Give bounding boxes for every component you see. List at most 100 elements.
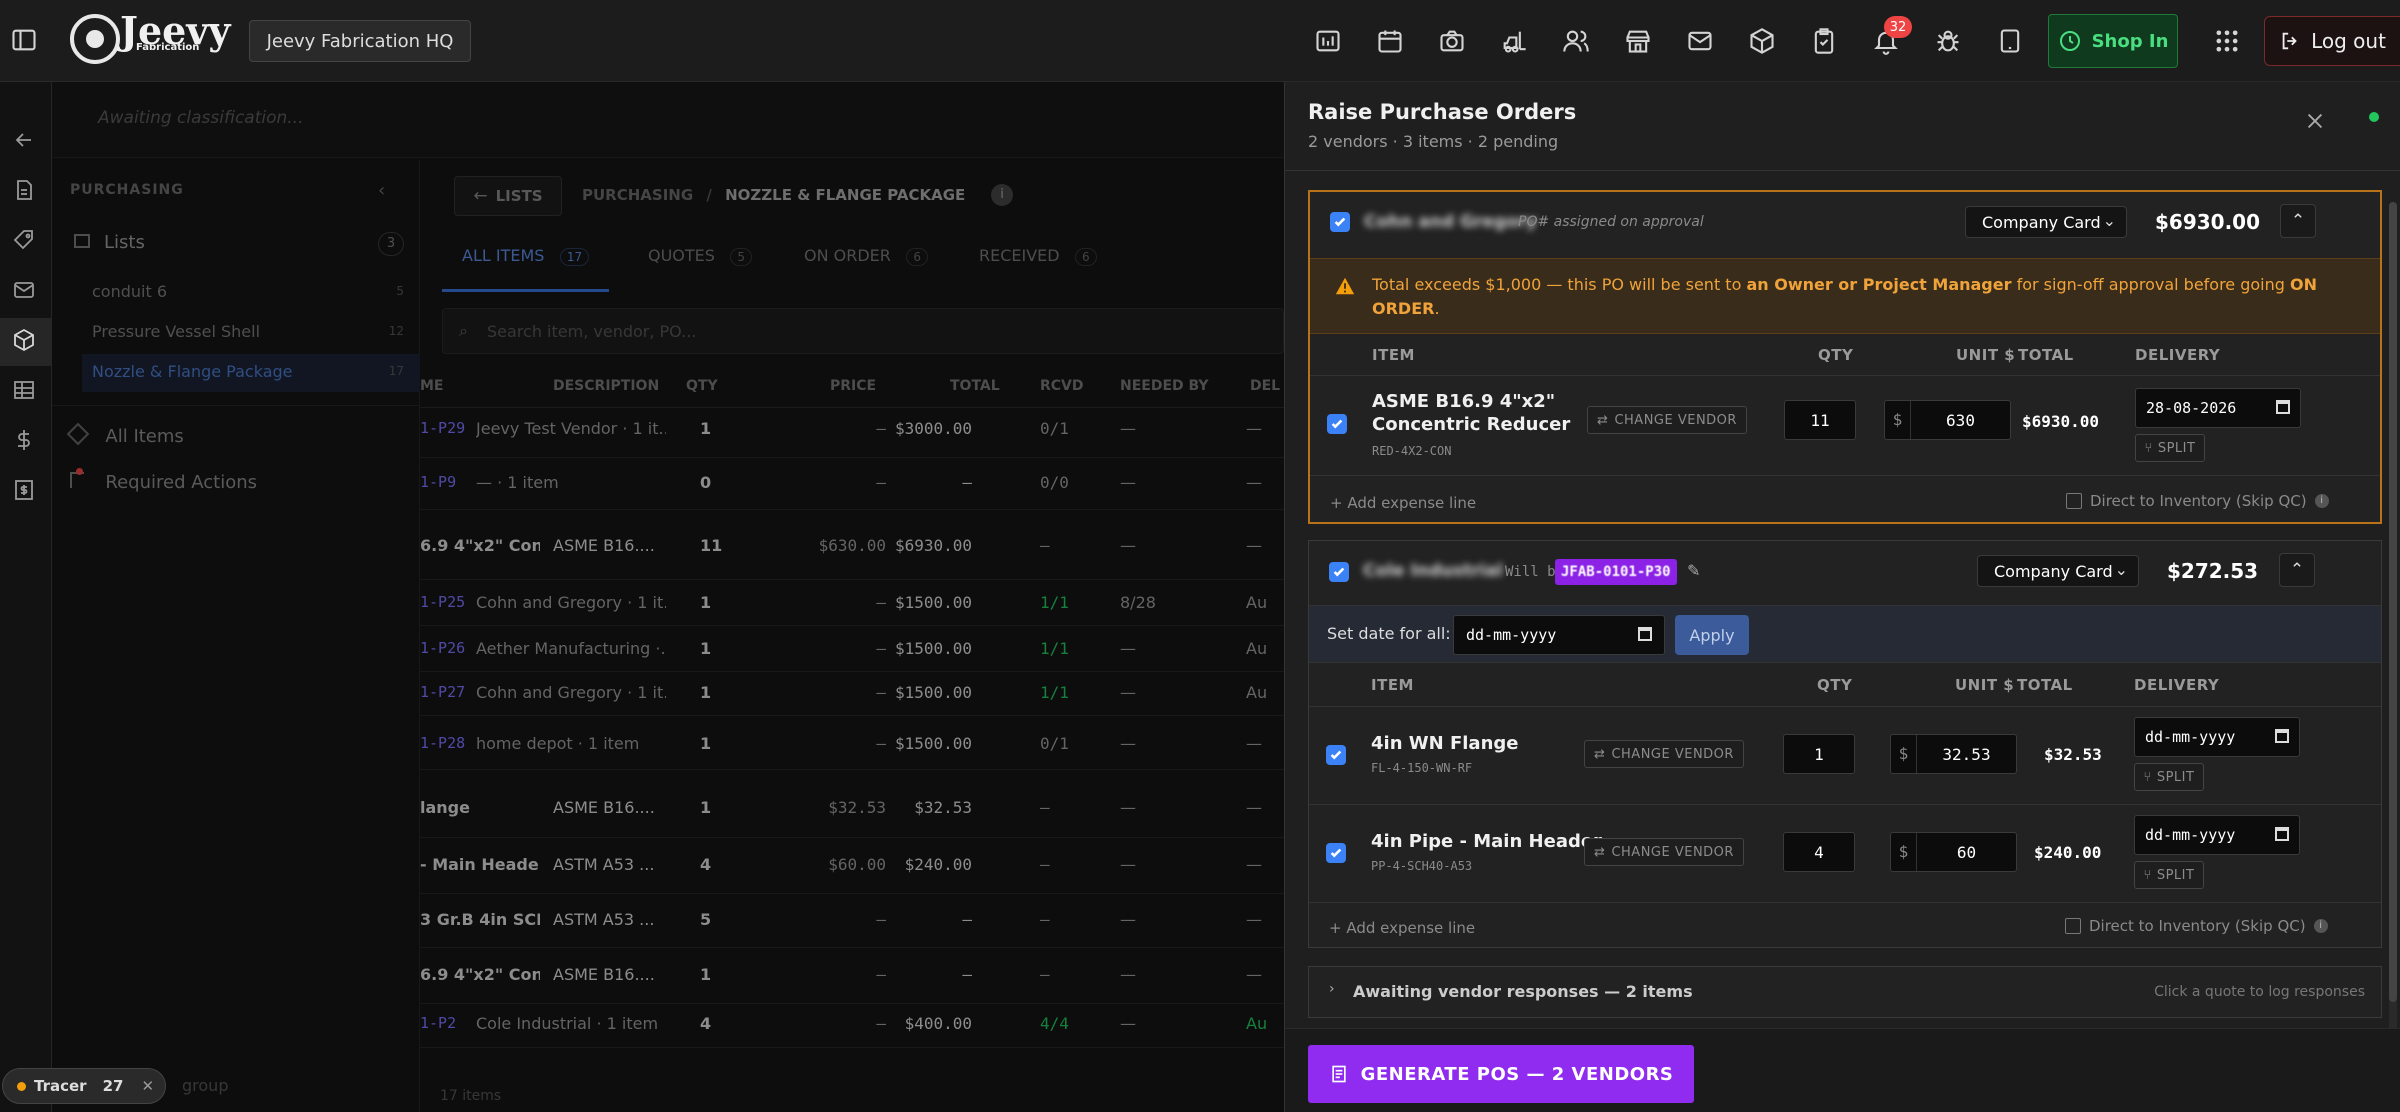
bug-icon[interactable] xyxy=(1933,26,1963,56)
vendor2-total: $272.53 xyxy=(2167,559,2259,583)
split-label: SPLIT xyxy=(2156,867,2195,883)
store-icon[interactable] xyxy=(1623,26,1653,56)
direct-inventory-checkbox[interactable] xyxy=(2065,918,2081,934)
tracer-pill[interactable]: Tracer 27 ✕ xyxy=(2,1068,166,1104)
qty-input[interactable]: 11 xyxy=(1784,400,1856,440)
payment-label: Company Card xyxy=(1982,212,2101,232)
payment-label: Company Card xyxy=(1994,561,2113,581)
clipboard-check-icon[interactable] xyxy=(1809,26,1839,56)
calendar-icon[interactable] xyxy=(1375,26,1405,56)
direct-inventory-checkbox[interactable] xyxy=(2066,493,2082,509)
vendor2-collapse-button[interactable]: ⌃ xyxy=(2279,553,2315,587)
change-vendor-label: CHANGE VENDOR xyxy=(1611,746,1734,762)
item-checkbox[interactable] xyxy=(1327,414,1347,434)
users-icon[interactable] xyxy=(1561,26,1591,56)
delivery-value: dd-mm-yyyy xyxy=(2145,728,2236,746)
tablet-icon[interactable] xyxy=(1995,26,2025,56)
tag-icon[interactable] xyxy=(12,228,40,256)
vendor2-payment-select[interactable]: Company Card ⌄ xyxy=(1977,555,2139,587)
change-vendor-label: CHANGE VENDOR xyxy=(1614,412,1737,428)
dashboard-icon[interactable] xyxy=(1313,26,1343,56)
item-total: $32.53 xyxy=(2044,745,2102,764)
document-icon[interactable] xyxy=(12,178,40,206)
awaiting-responses-toggle[interactable]: › Awaiting vendor responses — 2 items Cl… xyxy=(1308,966,2382,1018)
info-small-icon: i xyxy=(2313,919,2328,933)
back-arrow-icon[interactable] xyxy=(12,128,40,156)
direct-inventory-option[interactable]: Direct to Inventory (Skip QC) i xyxy=(2065,917,2328,935)
direct-inventory-label: Direct to Inventory (Skip QC) xyxy=(2089,917,2306,935)
split-icon: ⑂ xyxy=(2143,867,2152,883)
tracer-close-icon[interactable]: ✕ xyxy=(141,1077,154,1095)
logout-button[interactable]: Log out xyxy=(2264,16,2400,66)
mail-icon[interactable] xyxy=(1685,26,1715,56)
unit-value: 32.53 xyxy=(1942,744,1991,764)
unit-price-input[interactable]: $ 32.53 xyxy=(1890,734,2017,774)
change-vendor-button[interactable]: ⇄ CHANGE VENDOR xyxy=(1584,838,1744,866)
brand-logo-icon[interactable] xyxy=(70,14,120,64)
unit-price-input[interactable]: $ 630 xyxy=(1884,400,2011,440)
package-icon[interactable] xyxy=(1747,26,1777,56)
vendor1-collapse-button[interactable]: ⌃ xyxy=(2280,204,2316,238)
item-name: ASME B16.9 4"x2" Concentric Reducer xyxy=(1372,390,1570,436)
info-small-icon: i xyxy=(2314,494,2329,508)
change-vendor-label: CHANGE VENDOR xyxy=(1611,844,1734,860)
vendor1-payment-select[interactable]: Company Card ⌄ xyxy=(1965,206,2127,238)
receipt-icon[interactable] xyxy=(12,478,40,506)
delivery-date-input[interactable]: dd-mm-yyyy xyxy=(2134,717,2300,757)
sidebar-toggle-icon[interactable] xyxy=(10,26,40,56)
workspace-selector[interactable]: Jeevy Fabrication HQ xyxy=(249,20,471,62)
qty-input[interactable]: 4 xyxy=(1783,832,1855,872)
col-unit: UNIT $ xyxy=(1956,346,2016,364)
direct-inventory-label: Direct to Inventory (Skip QC) xyxy=(2090,492,2307,510)
change-vendor-button[interactable]: ⇄ CHANGE VENDOR xyxy=(1584,740,1744,768)
shop-in-button[interactable]: Shop In xyxy=(2048,14,2178,68)
forklift-icon[interactable] xyxy=(1499,26,1529,56)
generate-pos-button[interactable]: GENERATE POS — 2 VENDORS xyxy=(1308,1045,1694,1103)
item-checkbox[interactable] xyxy=(1326,745,1346,765)
add-expense-line-link[interactable]: + Add expense line xyxy=(1329,919,1475,937)
delivery-date-input[interactable]: dd-mm-yyyy xyxy=(2134,815,2300,855)
calendar-small-icon xyxy=(2275,729,2289,743)
close-icon[interactable] xyxy=(2304,110,2328,134)
delivery-date-input[interactable]: 28-08-2026 xyxy=(2135,388,2301,428)
split-icon: ⑂ xyxy=(2144,440,2153,456)
col-total: TOTAL xyxy=(2018,346,2074,364)
chevron-down-icon: ⌄ xyxy=(2102,211,2116,230)
direct-inventory-option[interactable]: Direct to Inventory (Skip QC) i xyxy=(2066,492,2329,510)
vendor1-checkbox[interactable] xyxy=(1330,212,1350,232)
edit-pencil-icon[interactable]: ✎ xyxy=(1687,561,1700,580)
box-icon[interactable] xyxy=(12,328,40,356)
generate-pos-label: GENERATE POS — 2 VENDORS xyxy=(1360,1063,1674,1085)
mail-rail-icon[interactable] xyxy=(12,278,40,306)
col-delivery: DELIVERY xyxy=(2134,676,2220,694)
split-button[interactable]: ⑂ SPLIT xyxy=(2135,434,2205,462)
vendor1-po-note: PO# assigned on approval xyxy=(1518,214,1704,230)
apply-button[interactable]: Apply xyxy=(1675,615,1749,655)
vendor1-total: $6930.00 xyxy=(2155,210,2261,234)
unit-value: 630 xyxy=(1946,410,1975,430)
vendor2-checkbox[interactable] xyxy=(1329,562,1349,582)
change-vendor-button[interactable]: ⇄ CHANGE VENDOR xyxy=(1587,406,1747,434)
left-rail xyxy=(0,82,52,1112)
split-button[interactable]: ⑂ SPLIT xyxy=(2134,861,2204,889)
po-tag-value: JFAB-0101-P30 xyxy=(1561,564,1671,580)
calendar-small-icon xyxy=(1638,627,1652,641)
add-expense-line-link[interactable]: + Add expense line xyxy=(1330,494,1476,512)
col-unit: UNIT $ xyxy=(1955,676,2015,694)
col-qty: QTY xyxy=(1817,676,1853,694)
camera-icon[interactable] xyxy=(1437,26,1467,56)
modal-scrollbar[interactable] xyxy=(2389,202,2397,1102)
swap-icon: ⇄ xyxy=(1594,746,1606,762)
vendor1-items-header: ITEM QTY UNIT $ TOTAL DELIVERY xyxy=(1310,334,2380,376)
split-button[interactable]: ⑂ SPLIT xyxy=(2134,763,2204,791)
notification-badge: 32 xyxy=(1884,16,1912,38)
qty-input[interactable]: 1 xyxy=(1783,734,1855,774)
item-checkbox[interactable] xyxy=(1326,843,1346,863)
set-date-input[interactable]: dd-mm-yyyy xyxy=(1453,615,1665,655)
vendor2-item-row: 4in Pipe - Main Header PP-4-SCH40-A53 ⇄ C… xyxy=(1309,805,2381,903)
unit-price-input[interactable]: $ 60 xyxy=(1890,832,2017,872)
col-item: ITEM xyxy=(1372,346,1415,364)
apps-grid-icon[interactable] xyxy=(2212,26,2242,56)
dollar-icon[interactable] xyxy=(12,428,40,456)
table-icon[interactable] xyxy=(12,378,40,406)
